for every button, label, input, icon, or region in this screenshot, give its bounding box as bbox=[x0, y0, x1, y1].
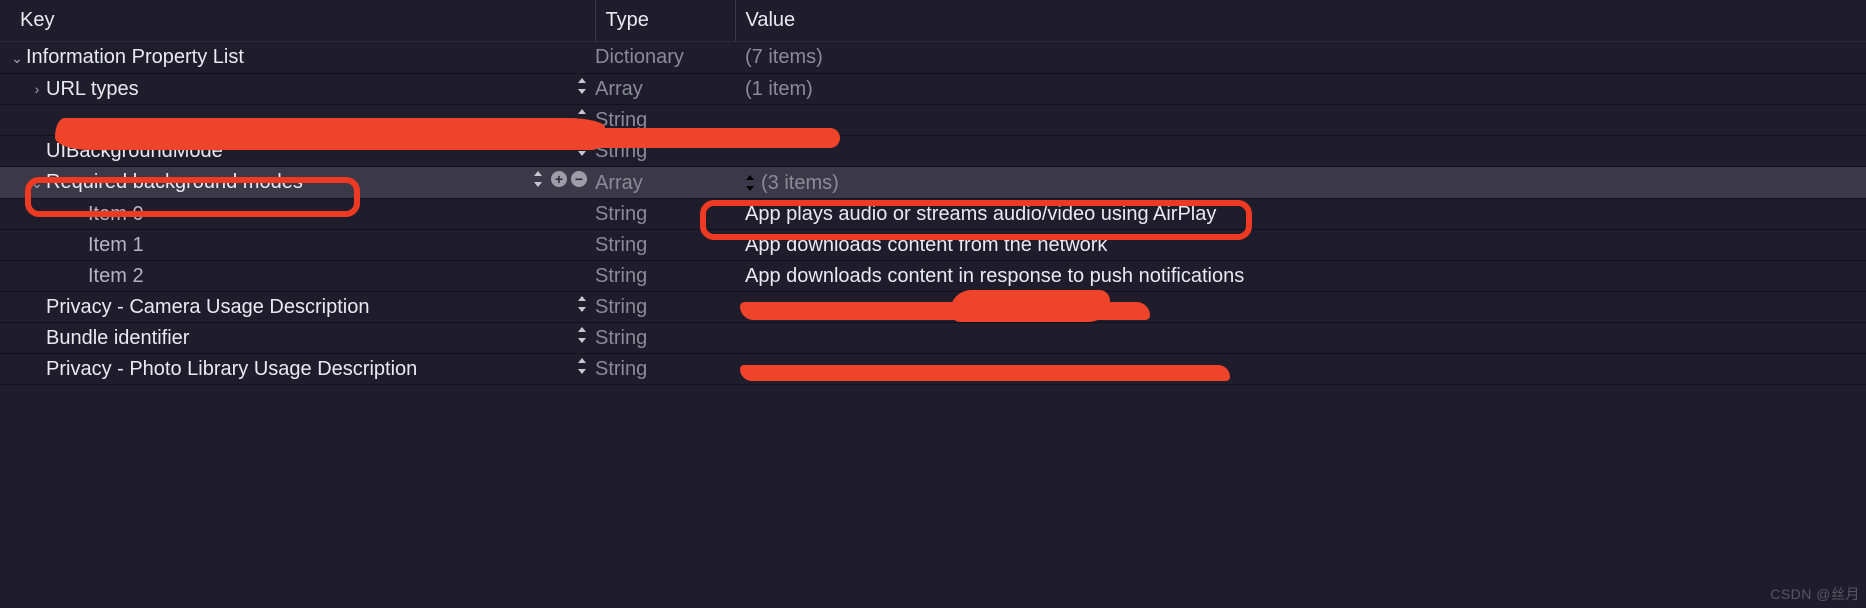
value-label: App plays audio or streams audio/video u… bbox=[745, 203, 1216, 225]
value-stepper-icon[interactable] bbox=[745, 175, 755, 192]
value-cell[interactable] bbox=[735, 354, 1866, 385]
table-row[interactable]: ⌄Information Property ListDictionary(7 i… bbox=[0, 42, 1866, 74]
table-header-row: Key Type Value bbox=[0, 0, 1866, 42]
chevron-down-icon[interactable]: ⌄ bbox=[10, 47, 24, 69]
key-label: Required background modes bbox=[46, 171, 303, 193]
value-cell[interactable] bbox=[735, 292, 1866, 323]
type-label: String bbox=[595, 203, 647, 225]
type-cell[interactable]: Array bbox=[595, 167, 735, 199]
table-row[interactable]: Item 0 String App plays audio or streams a… bbox=[0, 199, 1866, 230]
value-cell[interactable]: App downloads content from the network bbox=[735, 230, 1866, 261]
type-cell[interactable]: String bbox=[595, 136, 735, 167]
key-cell[interactable]: ›URL types bbox=[0, 73, 595, 105]
type-label: Array bbox=[595, 78, 643, 100]
watermark: CSDN @丝月 bbox=[1770, 584, 1860, 604]
value-label: App downloads content from the network bbox=[745, 234, 1107, 256]
type-label: String bbox=[595, 296, 647, 318]
type-stepper-icon[interactable] bbox=[577, 78, 587, 95]
table-row[interactable]: Privacy - Photo Library Usage Descriptio… bbox=[0, 354, 1866, 385]
type-cell[interactable]: String bbox=[595, 354, 735, 385]
chevron-right-icon[interactable]: › bbox=[30, 78, 44, 100]
key-cell[interactable] bbox=[0, 105, 595, 136]
plus-icon[interactable]: + bbox=[551, 171, 567, 187]
value-cell[interactable] bbox=[735, 136, 1866, 167]
table-row[interactable]: Item 2 String App downloads content in res… bbox=[0, 261, 1866, 292]
key-label: URL types bbox=[46, 78, 139, 100]
key-label: Item 0 bbox=[88, 203, 144, 225]
type-cell[interactable]: String bbox=[595, 292, 735, 323]
type-cell[interactable]: String bbox=[595, 261, 735, 292]
chevron-down-icon[interactable]: ⌄ bbox=[30, 172, 44, 194]
type-label: String bbox=[595, 234, 647, 256]
header-value[interactable]: Value bbox=[735, 0, 1866, 42]
key-cell[interactable]: Item 2 bbox=[0, 261, 595, 292]
minus-icon[interactable]: − bbox=[571, 171, 587, 187]
type-cell[interactable]: String bbox=[595, 323, 735, 354]
table-row[interactable]: String bbox=[0, 105, 1866, 136]
key-label: Information Property List bbox=[26, 46, 244, 68]
key-cell[interactable]: Item 1 bbox=[0, 230, 595, 261]
type-label: Dictionary bbox=[595, 46, 684, 68]
type-stepper-icon[interactable] bbox=[577, 327, 587, 344]
type-stepper-icon[interactable] bbox=[577, 109, 587, 126]
value-label: (1 item) bbox=[745, 78, 813, 100]
key-cell[interactable]: Privacy - Photo Library Usage Descriptio… bbox=[0, 354, 595, 385]
key-cell[interactable]: Item 0 bbox=[0, 199, 595, 230]
key-label: Item 2 bbox=[88, 265, 144, 287]
table-row[interactable]: ›URL typesArray(1 item) bbox=[0, 73, 1866, 105]
type-stepper-icon[interactable] bbox=[577, 296, 587, 313]
header-key[interactable]: Key bbox=[0, 0, 595, 42]
type-cell[interactable]: Dictionary bbox=[595, 42, 735, 74]
type-label: String bbox=[595, 327, 647, 349]
key-cell[interactable]: Privacy - Camera Usage Description bbox=[0, 292, 595, 323]
type-stepper-icon[interactable] bbox=[577, 140, 587, 157]
table-row[interactable]: Item 1 String App downloads content from t… bbox=[0, 230, 1866, 261]
key-label: Privacy - Photo Library Usage Descriptio… bbox=[46, 358, 417, 380]
key-label: UIBackgroundMode bbox=[46, 140, 223, 162]
type-label: String bbox=[595, 265, 647, 287]
value-label: App downloads content in response to pus… bbox=[745, 265, 1244, 287]
plist-table: Key Type Value ⌄Information Property Lis… bbox=[0, 0, 1866, 385]
value-cell[interactable]: (1 item) bbox=[735, 73, 1866, 105]
key-label: Privacy - Camera Usage Description bbox=[46, 296, 369, 318]
value-label: (7 items) bbox=[745, 46, 823, 68]
value-label: (3 items) bbox=[761, 172, 839, 194]
type-label: String bbox=[595, 140, 647, 162]
value-cell[interactable] bbox=[735, 323, 1866, 354]
type-cell[interactable]: String bbox=[595, 230, 735, 261]
key-label: Item 1 bbox=[88, 234, 144, 256]
type-label: String bbox=[595, 358, 647, 380]
add-remove-buttons[interactable]: +− bbox=[551, 171, 587, 187]
type-cell[interactable]: Array bbox=[595, 73, 735, 105]
value-cell[interactable]: App downloads content in response to pus… bbox=[735, 261, 1866, 292]
type-stepper-icon[interactable] bbox=[577, 358, 587, 375]
value-cell[interactable]: App plays audio or streams audio/video u… bbox=[735, 199, 1866, 230]
value-cell[interactable] bbox=[735, 105, 1866, 136]
key-cell[interactable]: ⌄Information Property List bbox=[0, 42, 595, 74]
key-cell[interactable]: UIBackgroundMode bbox=[0, 136, 595, 167]
type-stepper-icon[interactable] bbox=[533, 171, 543, 188]
table-row[interactable]: +− ⌄Required background modes Array (3 item… bbox=[0, 167, 1866, 199]
type-label: Array bbox=[595, 172, 643, 194]
key-cell[interactable]: Bundle identifier bbox=[0, 323, 595, 354]
key-cell[interactable]: +− ⌄Required background modes bbox=[0, 167, 595, 199]
header-type[interactable]: Type bbox=[595, 0, 735, 42]
key-label: Bundle identifier bbox=[46, 327, 189, 349]
table-row[interactable]: Privacy - Camera Usage Description String bbox=[0, 292, 1866, 323]
type-label: String bbox=[595, 109, 647, 131]
table-row[interactable]: Bundle identifier String bbox=[0, 323, 1866, 354]
type-cell[interactable]: String bbox=[595, 105, 735, 136]
type-cell[interactable]: String bbox=[595, 199, 735, 230]
value-cell[interactable]: (3 items) bbox=[735, 167, 1866, 199]
value-cell[interactable]: (7 items) bbox=[735, 42, 1866, 74]
table-row[interactable]: UIBackgroundMode String bbox=[0, 136, 1866, 167]
